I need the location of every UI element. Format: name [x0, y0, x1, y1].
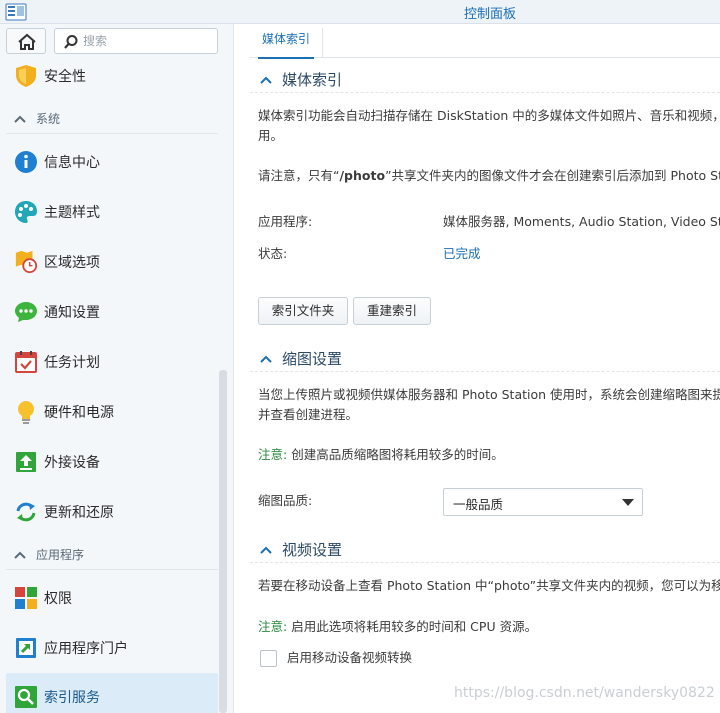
thumbnail-quality-label: 缩图品质: [258, 493, 313, 508]
thumbnail-quality-value: 一般品质 [453, 497, 504, 512]
sidebar-scrollbar[interactable] [219, 370, 227, 713]
caret-down-icon [622, 499, 634, 506]
section-apps[interactable]: 应用程序 [6, 540, 218, 570]
sidebar-item-indexing-service[interactable]: 索引服务 [6, 673, 218, 713]
thumbnail-description-line1: 当您上传照片或视频供媒体服务器和 Photo Station 使用时，系统会创建… [258, 387, 720, 402]
media-index-description-line2: 用。 [258, 128, 284, 143]
sidebar-item-external-devices[interactable]: 外接设备 [6, 438, 218, 486]
chevron-up-icon [14, 115, 26, 123]
media-index-description-line1: 媒体索引功能会自动扫描存储在 DiskStation 中的多媒体文件如照片、音乐… [258, 108, 720, 123]
app-label: 应用程序: [258, 214, 313, 229]
mobile-video-conversion-checkbox[interactable] [260, 650, 277, 667]
section-media-index-header[interactable]: 媒体索引 [250, 67, 720, 93]
calendar-check-icon [14, 350, 38, 374]
upload-icon [14, 450, 38, 474]
shield-icon [14, 64, 38, 88]
tab-media-index[interactable]: 媒体索引 [250, 28, 324, 59]
title-bar: 控制面板 [0, 0, 720, 24]
photo-folder-name: /photo [339, 168, 386, 183]
section-system[interactable]: 系统 [6, 104, 218, 134]
info-icon [14, 150, 38, 174]
sidebar-item-regional[interactable]: 区域选项 [6, 238, 218, 286]
sidebar-item-privileges[interactable]: 权限 [6, 574, 218, 622]
sidebar-item-security[interactable]: 安全性 [6, 52, 218, 100]
sidebar-item-hardware-power[interactable]: 硬件和电源 [6, 388, 218, 436]
search-input[interactable] [83, 32, 211, 50]
sidebar-item-update-restore[interactable]: 更新和还原 [6, 488, 218, 536]
grid-icon [14, 586, 38, 610]
video-note: 注意: 启用此选项将耗用较多的时间和 CPU 资源。 [258, 619, 538, 634]
home-button[interactable] [6, 28, 46, 54]
sidebar-item-task-scheduler[interactable]: 任务计划 [6, 338, 218, 386]
window-title: 控制面板 [463, 7, 516, 22]
video-description: 若要在移动设备上查看 Photo Station 中“photo”共享文件夹内的… [258, 578, 720, 593]
app-value: 媒体服务器, Moments, Audio Station, Video Sta [443, 214, 720, 229]
search-box[interactable] [54, 28, 218, 54]
refresh-icon [14, 500, 38, 524]
tab-bar: 媒体索引 [250, 28, 720, 59]
chevron-up-icon [260, 546, 272, 554]
sidebar-item-theme[interactable]: 主题样式 [6, 188, 218, 236]
sidebar-item-notification[interactable]: 通知设置 [6, 288, 218, 336]
external-link-icon [14, 636, 38, 660]
status-value: 已完成 [443, 246, 481, 261]
section-video-header[interactable]: 视频设置 [250, 537, 720, 563]
media-index-note: 请注意，只有“/photo”共享文件夹内的图像文件才会在创建索引后添加到 Pho… [258, 168, 720, 183]
thumbnail-note: 注意: 创建高品质缩略图将耗用较多的时间。 [258, 447, 504, 462]
chevron-up-icon [260, 76, 272, 84]
reindex-button[interactable]: 重建索引 [353, 297, 431, 325]
watermark-text: https://blog.csdn.net/wandersky0822 [454, 685, 715, 701]
lightbulb-icon [14, 400, 38, 424]
index-folder-button[interactable]: 索引文件夹 [258, 297, 348, 325]
section-thumbnail-header[interactable]: 缩图设置 [250, 346, 720, 372]
thumbnail-description-line2: 并查看创建进程。 [258, 407, 359, 422]
sidebar: 安全性 系统 信息中心 主题样式 区域选项 通知设置 任务计划 [0, 24, 234, 713]
sidebar-item-app-portal[interactable]: 应用程序门户 [6, 624, 218, 672]
thumbnail-quality-select[interactable]: 一般品质 [443, 488, 643, 516]
palette-icon [14, 200, 38, 224]
chat-bubble-icon [14, 300, 38, 324]
search-icon [64, 35, 78, 49]
status-label: 状态: [258, 246, 288, 261]
chevron-up-icon [14, 551, 26, 559]
chevron-up-icon [260, 355, 272, 363]
clock-map-icon [14, 250, 38, 274]
search-index-icon [14, 685, 38, 709]
main-panel: 媒体索引 媒体索引 媒体索引功能会自动扫描存储在 DiskStation 中的多… [235, 24, 720, 713]
sidebar-item-info-center[interactable]: 信息中心 [6, 138, 218, 186]
mobile-video-conversion-label[interactable]: 启用移动设备视频转换 [287, 648, 587, 668]
